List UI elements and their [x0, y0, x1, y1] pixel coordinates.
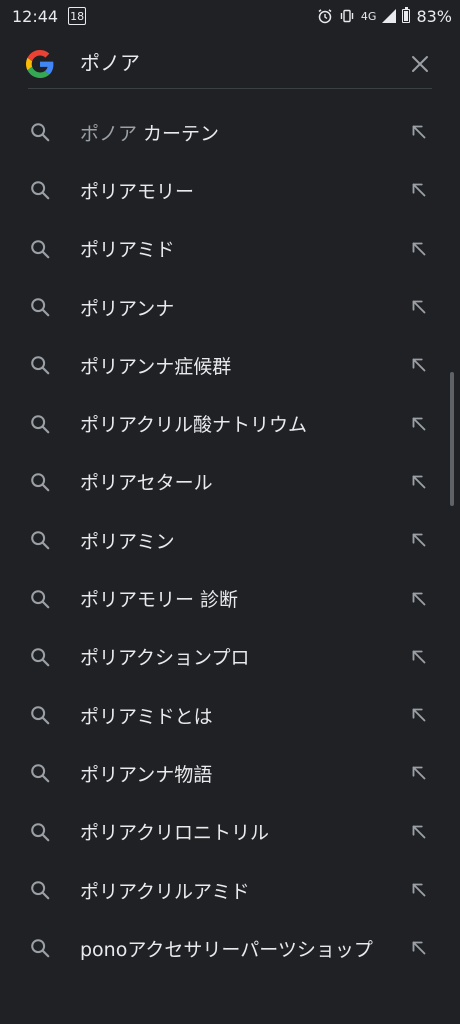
search-icon [31, 706, 50, 725]
suggestion-rest: ポリアンナ物語 [80, 763, 213, 786]
suggestion-item[interactable]: ポリアンナ [0, 278, 460, 336]
suggestion-rest: ポリアクリル酸ナトリウム [80, 414, 308, 437]
suggestion-rest: ポリアセタール [80, 472, 213, 495]
arrow-up-left-icon[interactable] [408, 704, 430, 726]
search-icon [31, 589, 50, 608]
suggestion-item[interactable]: ポリアセタール [0, 453, 460, 511]
suggestion-text: ポリアンナ症候群 [80, 352, 400, 379]
close-icon [412, 56, 428, 72]
suggestion-text: ポリアクリル酸ナトリウム [80, 410, 400, 437]
search-icon [31, 298, 50, 317]
arrow-up-left-icon[interactable] [408, 529, 430, 551]
suggestion-text: ponoアクセサリーパーツショップ [80, 935, 400, 962]
arrow-up-left-icon[interactable] [408, 762, 430, 784]
arrow-up-left-icon[interactable] [408, 179, 430, 201]
suggestion-text: ポリアモリー 診断 [80, 585, 400, 612]
suggestion-item[interactable]: ポリアクションプロ [0, 628, 460, 686]
suggestion-text: ポリアモリー [80, 177, 400, 204]
suggestion-typed: ポノア [80, 122, 138, 145]
suggestion-rest: ponoアクセサリーパーツショップ [80, 938, 373, 961]
alarm-icon [318, 9, 332, 24]
search-divider [28, 88, 432, 89]
status-bar: 12:44 18 4G 83% [0, 0, 460, 32]
search-icon [31, 764, 50, 783]
suggestion-item[interactable]: ポリアクリル酸ナトリウム [0, 394, 460, 452]
search-icon [31, 939, 50, 958]
arrow-up-left-icon[interactable] [408, 821, 430, 843]
suggestion-rest: ポリアミド [80, 239, 175, 262]
search-icon [31, 181, 50, 200]
suggestion-item[interactable]: ポリアモリー [0, 161, 460, 219]
suggestion-item[interactable]: ポリアンナ物語 [0, 744, 460, 802]
battery-level: 83% [416, 6, 452, 26]
suggestion-text: ポリアクリロニトリル [80, 818, 400, 845]
arrow-up-left-icon[interactable] [408, 121, 430, 143]
suggestion-rest: ポリアンナ症候群 [80, 355, 232, 378]
suggestion-text: ポリアクションプロ [80, 643, 400, 670]
search-icon [31, 414, 50, 433]
suggestion-item[interactable]: ポリアンナ症候群 [0, 336, 460, 394]
network-type: 4G [360, 9, 377, 23]
suggestion-text: ポノア カーテン [80, 119, 400, 146]
arrow-up-left-icon[interactable] [408, 354, 430, 376]
suggestion-rest: カーテン [137, 122, 220, 145]
arrow-up-left-icon[interactable] [408, 471, 430, 493]
arrow-up-left-icon[interactable] [408, 937, 430, 959]
suggestion-rest: ポリアミドとは [80, 705, 213, 728]
arrow-up-left-icon[interactable] [408, 238, 430, 260]
suggestion-text: ポリアンナ物語 [80, 760, 400, 787]
search-icon [31, 473, 50, 492]
suggestion-item[interactable]: ポリアミン [0, 511, 460, 569]
search-icon [31, 356, 50, 375]
arrow-up-left-icon[interactable] [408, 588, 430, 610]
search-icon [31, 531, 50, 550]
suggestion-text: ポリアクリルアミド [80, 877, 400, 904]
google-g-logo [26, 50, 54, 78]
search-bar [0, 32, 460, 92]
suggestion-item[interactable]: ponoアクセサリーパーツショップ [0, 919, 460, 977]
suggestion-rest: ポリアモリー 診断 [80, 589, 239, 612]
status-left: 12:44 18 [12, 6, 87, 26]
search-icon [31, 822, 50, 842]
search-icon [31, 881, 50, 900]
suggestion-item[interactable]: ポノア カーテン [0, 103, 460, 161]
arrow-up-left-icon[interactable] [408, 413, 430, 435]
arrow-up-left-icon[interactable] [408, 879, 430, 901]
suggestion-item[interactable]: ポリアミド [0, 220, 460, 278]
suggestion-text: ポリアミン [80, 527, 400, 554]
status-right: 4G 83% [317, 6, 452, 26]
suggestion-text: ポリアミド [80, 235, 400, 262]
signal-icon [382, 9, 397, 23]
suggestion-item[interactable]: ポリアクリロニトリル [0, 803, 460, 861]
status-time: 12:44 [12, 6, 59, 26]
suggestion-rest: ポリアミン [80, 530, 175, 553]
suggestion-rest: ポリアクションプロ [80, 647, 250, 670]
suggestion-text: ポリアンナ [80, 294, 400, 321]
arrow-up-left-icon[interactable] [408, 296, 430, 318]
search-icon [31, 648, 50, 667]
suggestion-list: ポノア カーテン ポリアモリー ポリアミド ポリアンナ ポリアンナ症候群 ポリア… [0, 103, 460, 977]
suggestion-rest: ポリアモリー [80, 180, 195, 203]
suggestion-item[interactable]: ポリアミドとは [0, 686, 460, 744]
suggestion-rest: ポリアクリルアミド [80, 880, 250, 903]
suggestion-rest: ポリアンナ [80, 297, 175, 320]
vibrate-icon [340, 9, 354, 23]
search-icon [31, 239, 50, 259]
suggestion-item[interactable]: ポリアモリー 診断 [0, 569, 460, 627]
suggestion-text: ポリアミドとは [80, 702, 400, 729]
battery-icon [402, 6, 411, 23]
arrow-up-left-icon[interactable] [408, 646, 430, 668]
suggestion-item[interactable]: ポリアクリルアミド [0, 861, 460, 919]
notification-count-icon: 18 [68, 7, 87, 25]
suggestion-text: ポリアセタール [80, 468, 400, 495]
suggestion-rest: ポリアクリロニトリル [80, 822, 270, 845]
search-icon [31, 123, 50, 142]
clear-search-button[interactable] [404, 48, 436, 80]
scrollbar[interactable] [450, 372, 454, 506]
search-input[interactable] [80, 46, 380, 80]
